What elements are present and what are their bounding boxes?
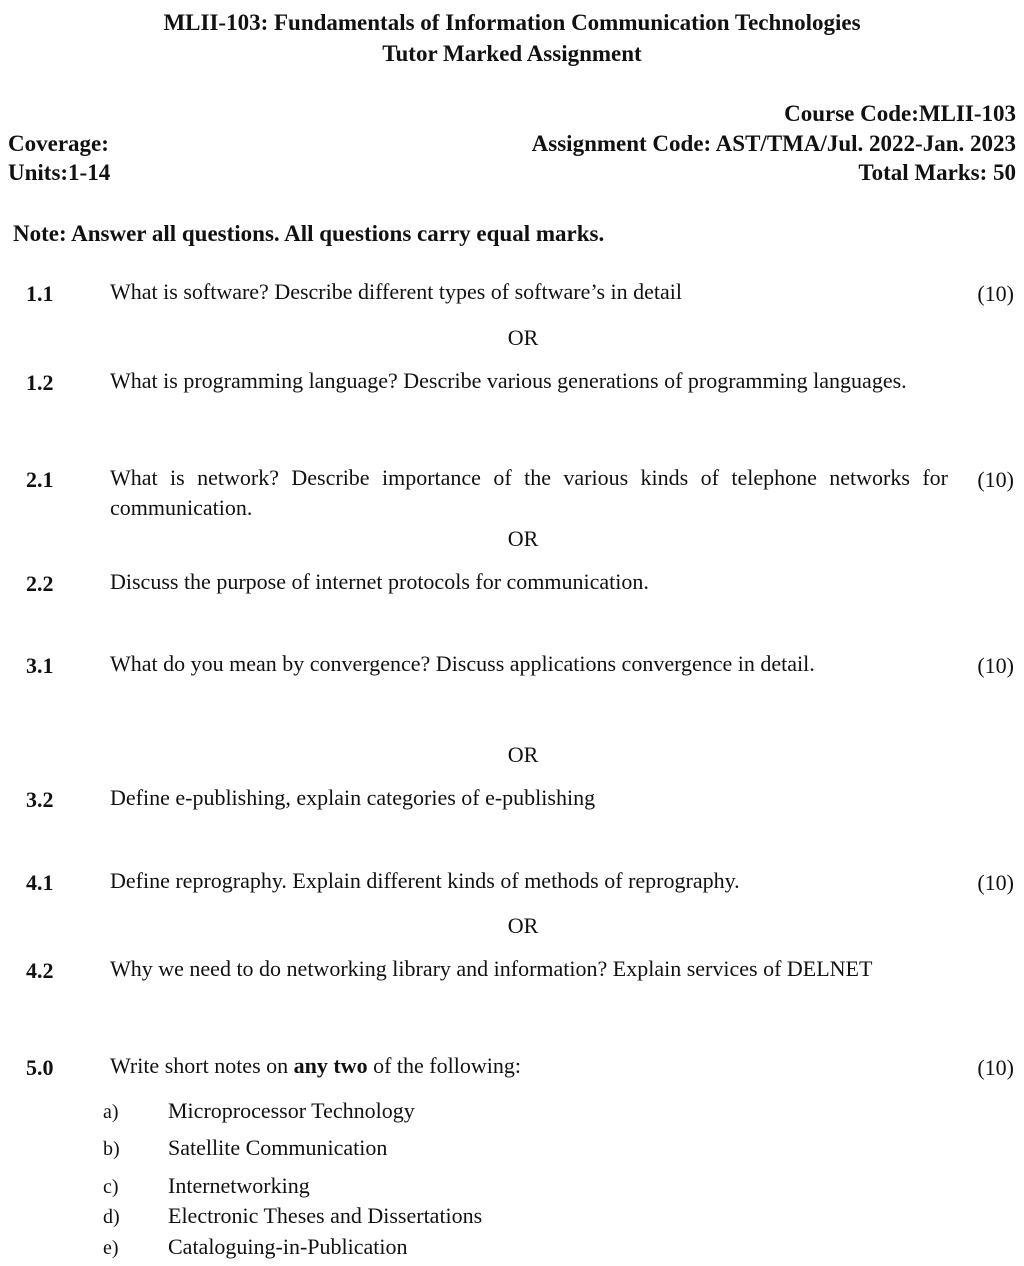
total-marks: Total Marks: 50 [858,160,1016,185]
question-marks: (10) [977,281,1014,306]
or-separator: OR [507,742,539,767]
question-marks: (10) [977,653,1014,678]
document-title: MLII-103: Fundamentals of Information Co… [163,10,861,35]
units-label: Units:1-14 [8,160,111,185]
question-number: 4.2 [26,958,54,983]
or-separator: OR [507,913,539,938]
question-number: 2.2 [26,571,54,596]
list-item: Internetworking [168,1173,310,1198]
or-separator: OR [507,325,539,350]
assignment-code: Assignment Code: AST/TMA/Jul. 2022-Jan. … [531,131,1016,156]
list-item: Cataloguing-in-Publication [168,1234,408,1259]
list-item-label: b) [103,1138,120,1160]
question-number: 4.1 [26,870,54,895]
question-number: 2.1 [26,467,54,492]
document-subtitle: Tutor Marked Assignment [382,41,642,66]
question-text: Discuss the purpose of internet protocol… [110,569,649,594]
instructions-note: Note: Answer all questions. All question… [13,221,605,246]
question-text: What is network? Describe importance of … [110,465,948,520]
question-text: What is software? Describe different typ… [110,279,682,304]
question-text: What is programming language? Describe v… [110,368,907,393]
list-item-label: d) [103,1206,120,1228]
list-item: Microprocessor Technology [168,1098,415,1123]
question-text: Define e-publishing, explain categories … [110,785,596,810]
coverage-label: Coverage: [8,131,109,156]
list-item: Electronic Theses and Dissertations [168,1203,483,1228]
question-text: Write short notes on any two of the foll… [110,1053,521,1078]
list-item: Satellite Communication [168,1135,388,1160]
question-number: 5.0 [26,1055,54,1080]
question-number: 1.2 [26,370,54,395]
question-text: What do you mean by convergence? Discuss… [110,651,815,676]
list-item-label: e) [103,1237,119,1259]
list-item-label: a) [103,1101,119,1123]
list-item-label: c) [103,1176,119,1198]
question-text: Why we need to do networking library and… [110,956,873,981]
emphasis-text: any two [293,1053,368,1078]
question-marks: (10) [977,467,1014,492]
question-number: 1.1 [26,281,54,306]
question-number: 3.2 [26,787,54,812]
question-marks: (10) [977,870,1014,895]
question-number: 3.1 [26,653,54,678]
course-code: Course Code:MLII-103 [784,101,1016,126]
question-text: Define reprography. Explain different ki… [110,868,740,893]
question-marks: (10) [977,1055,1014,1080]
or-separator: OR [507,526,539,551]
